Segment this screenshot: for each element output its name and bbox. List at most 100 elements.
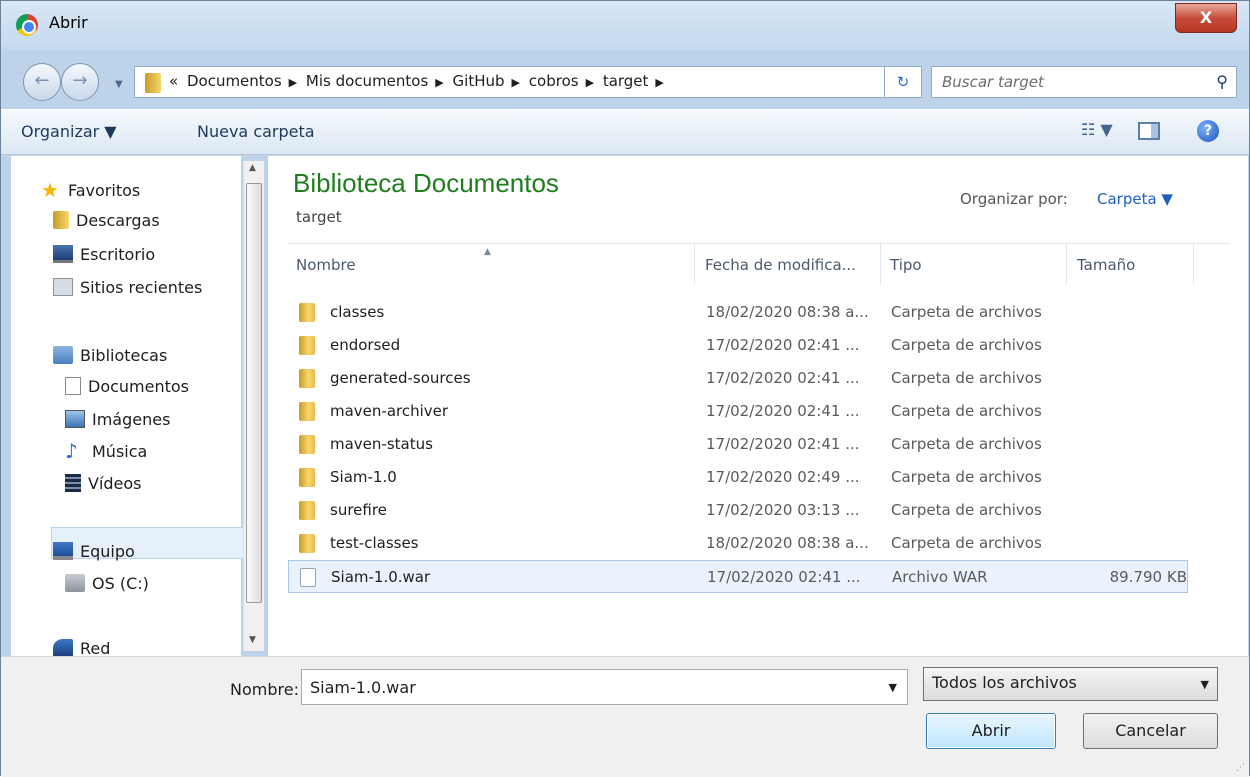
file-size: 89.790 KB	[1109, 568, 1187, 586]
breadcrumb-separator-icon[interactable]: ▶	[512, 76, 520, 89]
breadcrumb-separator-icon[interactable]: ▶	[655, 76, 663, 89]
sidebar-item-equipo[interactable]: Equipo	[53, 537, 135, 565]
sidebar-label: Música	[92, 441, 148, 461]
sidebar-item-videos[interactable]: Vídeos	[65, 469, 142, 497]
file-type: Archivo WAR	[892, 568, 988, 586]
column-divider[interactable]	[1193, 244, 1194, 284]
file-name: Siam-1.0.war	[331, 568, 431, 586]
file-date: 17/02/2020 02:41 ...	[706, 402, 860, 420]
downloads-folder-icon	[53, 211, 69, 229]
sidebar-item-imagenes[interactable]: Imágenes	[65, 405, 170, 433]
search-placeholder: Buscar target	[942, 73, 1044, 91]
breadcrumb-mis-documentos[interactable]: Mis documentos	[306, 72, 428, 90]
breadcrumb-documentos[interactable]: Documentos	[187, 72, 282, 90]
table-row[interactable]: classes 18/02/2020 08:38 a... Carpeta de a…	[288, 296, 1188, 329]
file-name: endorsed	[330, 336, 401, 354]
sidebar-item-documentos[interactable]: Documentos	[65, 372, 189, 400]
navigation-pane: ★ Favoritos Descargas Escritorio Sitios r…	[11, 156, 246, 658]
table-row[interactable]: endorsed 17/02/2020 02:41 ... Carpeta de a…	[288, 329, 1188, 362]
file-type: Carpeta de archivos	[891, 336, 1042, 354]
sidebar-scrollbar[interactable]: ▲ ▼	[243, 161, 264, 651]
file-type: Carpeta de archivos	[891, 369, 1042, 387]
navigation-row: ← → ▼ « Documentos ▶ Mis documentos ▶ GitH…	[1, 51, 1249, 109]
file-name: Siam-1.0	[330, 468, 397, 486]
chevron-down-icon[interactable]: ▼	[1201, 678, 1209, 691]
table-row[interactable]: surefire 17/02/2020 03:13 ... Carpeta de a…	[288, 494, 1188, 527]
dialog-footer: Nombre: Siam-1.0.war ▼ Todos los archivo…	[1, 656, 1249, 777]
table-row[interactable]: test-classes 18/02/2020 08:38 a... Carpeta…	[288, 527, 1188, 560]
column-divider[interactable]	[1066, 244, 1067, 284]
resize-grip-icon[interactable]: ⋰	[1236, 763, 1245, 773]
scroll-up-icon[interactable]: ▲	[249, 163, 256, 173]
table-row[interactable]: maven-archiver 17/02/2020 02:41 ... Carpet…	[288, 395, 1188, 428]
breadcrumb-cobros[interactable]: cobros	[529, 72, 579, 90]
scroll-down-icon[interactable]: ▼	[249, 635, 256, 645]
recent-locations-dropdown-icon[interactable]: ▼	[115, 79, 123, 90]
close-button[interactable]: X	[1175, 3, 1237, 33]
column-header-type[interactable]: Tipo	[890, 256, 922, 274]
address-bar[interactable]: « Documentos ▶ Mis documentos ▶ GitHub ▶ co…	[134, 66, 908, 98]
new-folder-button[interactable]: Nueva carpeta	[197, 122, 315, 141]
column-header-name[interactable]: Nombre	[296, 256, 356, 274]
file-name: maven-status	[330, 435, 433, 453]
sidebar-item-bibliotecas[interactable]: Bibliotecas	[53, 341, 167, 369]
sidebar-label: Favoritos	[68, 180, 141, 200]
arrange-by-label: Organizar por:	[960, 190, 1068, 208]
folder-icon	[145, 73, 161, 93]
file-icon	[300, 568, 316, 587]
breadcrumb-target[interactable]: target	[603, 72, 649, 90]
file-type: Carpeta de archivos	[891, 501, 1042, 519]
filename-history-dropdown-icon[interactable]: ▼	[889, 681, 897, 694]
column-divider[interactable]	[694, 244, 695, 284]
folder-icon	[299, 369, 315, 388]
sidebar-label: Documentos	[88, 376, 190, 396]
sidebar-item-os-c[interactable]: OS (C:)	[65, 569, 149, 597]
organize-button[interactable]: Organizar ▼	[21, 122, 117, 141]
breadcrumb-overflow[interactable]: «	[169, 72, 178, 90]
column-header-size[interactable]: Tamaño	[1077, 256, 1135, 274]
documents-icon	[65, 377, 81, 395]
table-row[interactable]: generated-sources 17/02/2020 02:41 ... Car…	[288, 362, 1188, 395]
file-date: 17/02/2020 02:41 ...	[706, 336, 860, 354]
file-name: maven-archiver	[330, 402, 449, 420]
sidebar-item-descargas[interactable]: Descargas	[53, 206, 160, 234]
breadcrumb-separator-icon[interactable]: ▶	[586, 76, 594, 89]
arrange-by-dropdown[interactable]: Carpeta ▼	[1097, 190, 1173, 208]
preview-pane-icon[interactable]	[1138, 122, 1160, 140]
change-view-button[interactable]: ☷ ▼	[1081, 120, 1113, 139]
column-header-date[interactable]: Fecha de modifica...	[705, 256, 856, 274]
file-type: Carpeta de archivos	[891, 402, 1042, 420]
sidebar-item-escritorio[interactable]: Escritorio	[53, 240, 155, 268]
file-type-filter-select[interactable]: Todos los archivos ▼	[923, 667, 1218, 701]
help-icon[interactable]: ?	[1197, 120, 1219, 142]
sidebar-label: Escritorio	[80, 244, 156, 264]
scrollbar-thumb[interactable]	[246, 183, 262, 603]
sidebar-item-sitios-recientes[interactable]: Sitios recientes	[53, 273, 202, 301]
table-row[interactable]: Siam-1.0 17/02/2020 02:49 ... Carpeta de a…	[288, 461, 1188, 494]
breadcrumb-github[interactable]: GitHub	[453, 72, 505, 90]
filename-input[interactable]: Siam-1.0.war ▼	[301, 669, 908, 705]
table-row[interactable]: Siam-1.0.war 17/02/2020 02:41 ... Archivo …	[288, 560, 1188, 593]
back-button[interactable]: ←	[23, 63, 61, 101]
folder-icon	[299, 501, 315, 520]
search-input[interactable]: Buscar target ⚲	[931, 66, 1237, 98]
breadcrumb-separator-icon[interactable]: ▶	[289, 76, 297, 89]
file-date: 17/02/2020 02:49 ...	[706, 468, 860, 486]
sidebar-item-musica[interactable]: ♪ Música	[65, 437, 147, 465]
refresh-button[interactable]: ↻	[884, 66, 922, 98]
forward-button[interactable]: →	[61, 63, 99, 101]
table-row[interactable]: maven-status 17/02/2020 02:41 ... Carpeta …	[288, 428, 1188, 461]
filename-value: Siam-1.0.war	[310, 677, 416, 697]
open-button[interactable]: Abrir	[926, 713, 1056, 749]
search-icon[interactable]: ⚲	[1216, 72, 1228, 91]
file-list-pane: Biblioteca Documentos target Organizar p…	[268, 156, 1248, 656]
column-divider[interactable]	[880, 244, 881, 284]
cancel-button[interactable]: Cancelar	[1083, 713, 1218, 749]
network-icon	[53, 639, 73, 657]
breadcrumb-separator-icon[interactable]: ▶	[435, 76, 443, 89]
libraries-icon	[53, 346, 73, 364]
video-film-icon	[65, 474, 81, 492]
desktop-icon	[53, 245, 73, 263]
star-icon: ★	[41, 178, 59, 202]
sidebar-item-favorites[interactable]: ★ Favoritos	[41, 176, 140, 204]
